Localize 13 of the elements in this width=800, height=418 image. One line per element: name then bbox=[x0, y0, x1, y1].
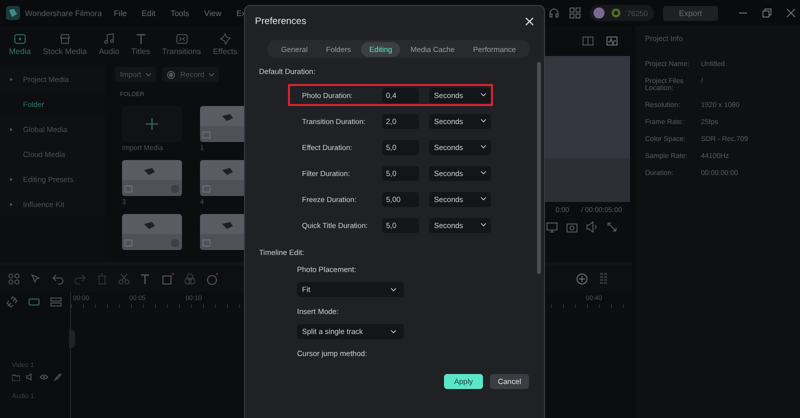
media-tab[interactable]: Titles bbox=[128, 32, 154, 56]
media-tab[interactable]: Audio bbox=[96, 32, 122, 56]
menu-item[interactable]: File bbox=[114, 8, 127, 18]
menu-item[interactable]: View bbox=[204, 8, 222, 18]
media-tab[interactable]: Media bbox=[6, 32, 34, 56]
media-tab[interactable]: Effects bbox=[210, 32, 240, 56]
media-tab[interactable]: Transitions bbox=[159, 32, 204, 56]
media-tab[interactable]: Stock Media bbox=[40, 32, 90, 56]
dialog-title: Preferences bbox=[255, 16, 306, 26]
menu-item[interactable]: Tools bbox=[170, 8, 190, 18]
export-button[interactable]: Export bbox=[662, 6, 718, 20]
menu-item[interactable]: Edit bbox=[142, 8, 156, 18]
app-title: Wondershare Filmora bbox=[25, 8, 102, 18]
